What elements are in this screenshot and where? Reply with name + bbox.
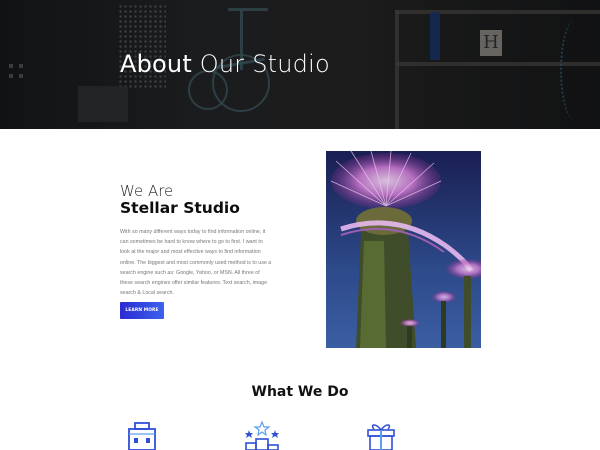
- awards-podium-icon: [244, 420, 279, 450]
- services-title: What We Do: [251, 384, 349, 400]
- learn-more-button[interactable]: LEARN MORE: [120, 302, 164, 319]
- gift-box-icon: [365, 420, 397, 450]
- page-title-bold: About: [120, 50, 192, 78]
- about-description: With so many different ways today to fin…: [120, 229, 272, 297]
- building-icon: [126, 420, 158, 450]
- hero-banner: H About Our Studio: [0, 0, 600, 129]
- about-studio-name: Stellar Studio: [120, 199, 240, 217]
- about-eyebrow: We Are: [120, 182, 174, 200]
- page-title-rest: Our Studio: [191, 50, 330, 78]
- page-title: About Our Studio: [120, 50, 330, 78]
- supertree-illustration: [326, 151, 481, 348]
- studio-photo: [326, 151, 481, 348]
